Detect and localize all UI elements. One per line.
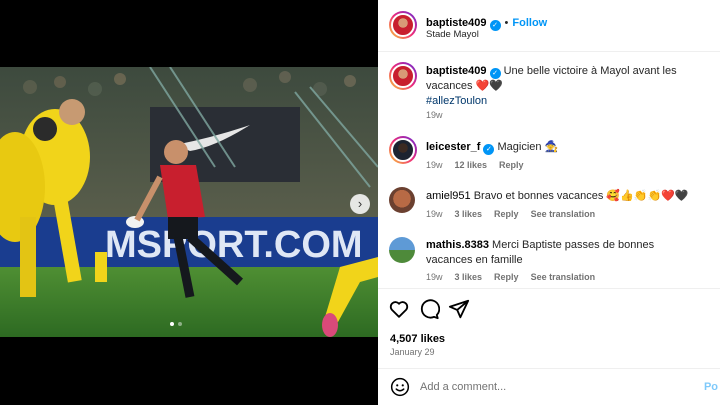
caption-author-avatar[interactable] (389, 62, 417, 90)
carousel-dot (178, 322, 182, 326)
comment-item: leicester_f ✓ Magicien 🧙 (426, 140, 716, 155)
comment-meta: 19w 12 likes Reply (426, 160, 524, 170)
comment-age[interactable]: 19w (426, 160, 443, 170)
comment-input[interactable]: Add a comment... (420, 381, 506, 393)
comment-username[interactable]: leicester_f (426, 141, 480, 153)
comment-likes[interactable]: 3 likes (455, 209, 483, 219)
comment-avatar[interactable] (389, 237, 415, 263)
comment-meta: 19w 3 likes Reply See translation (426, 272, 595, 282)
banner-text: MSPORT.COM (105, 224, 363, 266)
caption-hashtag[interactable]: #allezToulon (426, 95, 487, 107)
rugby-photo-illustration: MSPORT.COM (0, 67, 378, 337)
dot-separator: • (504, 17, 509, 29)
reply-button[interactable]: Reply (494, 272, 519, 282)
post-date[interactable]: January 29 (390, 347, 435, 357)
comment-age[interactable]: 19w (426, 209, 443, 219)
comment-text: Magicien 🧙 (497, 141, 559, 153)
post-header: baptiste409 ✓ • Follow Stade Mayol (378, 0, 720, 52)
post-location[interactable]: Stade Mayol (426, 29, 479, 40)
comment-username[interactable]: amiel951 (426, 190, 471, 202)
see-translation-button[interactable]: See translation (531, 272, 596, 282)
caption-username[interactable]: baptiste409 (426, 65, 487, 77)
verified-badge-icon: ✓ (489, 20, 501, 31)
carousel-dot-active (170, 322, 174, 326)
reply-button[interactable]: Reply (499, 160, 524, 170)
next-image-button[interactable]: › (350, 194, 370, 214)
verified-badge-icon: ✓ (489, 68, 501, 79)
post-actions: 4,507 likes January 29 (378, 288, 720, 368)
comment-meta: 19w 3 likes Reply See translation (426, 209, 595, 219)
comment-likes[interactable]: 12 likes (455, 160, 488, 170)
author-username[interactable]: baptiste409 (426, 17, 487, 29)
caption: baptiste409 ✓ Une belle victoire à Mayol … (426, 64, 716, 109)
share-icon[interactable] (448, 298, 470, 320)
post-media: MSPORT.COM › (0, 0, 378, 405)
carousel-indicator (170, 322, 182, 326)
caption-meta: 19w (426, 110, 443, 120)
comment-avatar[interactable] (389, 136, 417, 164)
comment-text: Bravo et bonnes vacances 🥰👍👏👏❤️🖤 (473, 190, 689, 202)
post-comment-button[interactable]: Po (704, 381, 718, 393)
caption-age[interactable]: 19w (426, 110, 443, 120)
post-details-panel: baptiste409 ✓ • Follow Stade Mayol baptiste… (378, 0, 720, 405)
comments-section: baptiste409 ✓ Une belle victoire à Mayol … (378, 53, 720, 288)
see-translation-button[interactable]: See translation (531, 209, 596, 219)
follow-button[interactable]: Follow (512, 17, 547, 29)
emoji-icon[interactable] (390, 377, 410, 397)
comment-icon[interactable] (418, 298, 440, 320)
reply-button[interactable]: Reply (494, 209, 519, 219)
comment-age[interactable]: 19w (426, 272, 443, 282)
comment-item: mathis.8383 Merci Baptiste passes de bon… (426, 238, 698, 268)
comment-username[interactable]: mathis.8383 (426, 239, 489, 251)
comment-item: amiel951 Bravo et bonnes vacances 🥰👍👏👏❤️… (426, 189, 716, 204)
verified-badge-icon: ✓ (483, 144, 495, 155)
post-photo[interactable]: MSPORT.COM (0, 67, 378, 337)
comment-likes[interactable]: 3 likes (455, 272, 483, 282)
author-avatar[interactable] (389, 11, 417, 39)
comment-avatar[interactable] (389, 187, 415, 213)
like-count[interactable]: 4,507 likes (390, 333, 445, 345)
heart-icon[interactable] (388, 298, 410, 320)
comment-composer: Add a comment... Po (378, 368, 720, 405)
